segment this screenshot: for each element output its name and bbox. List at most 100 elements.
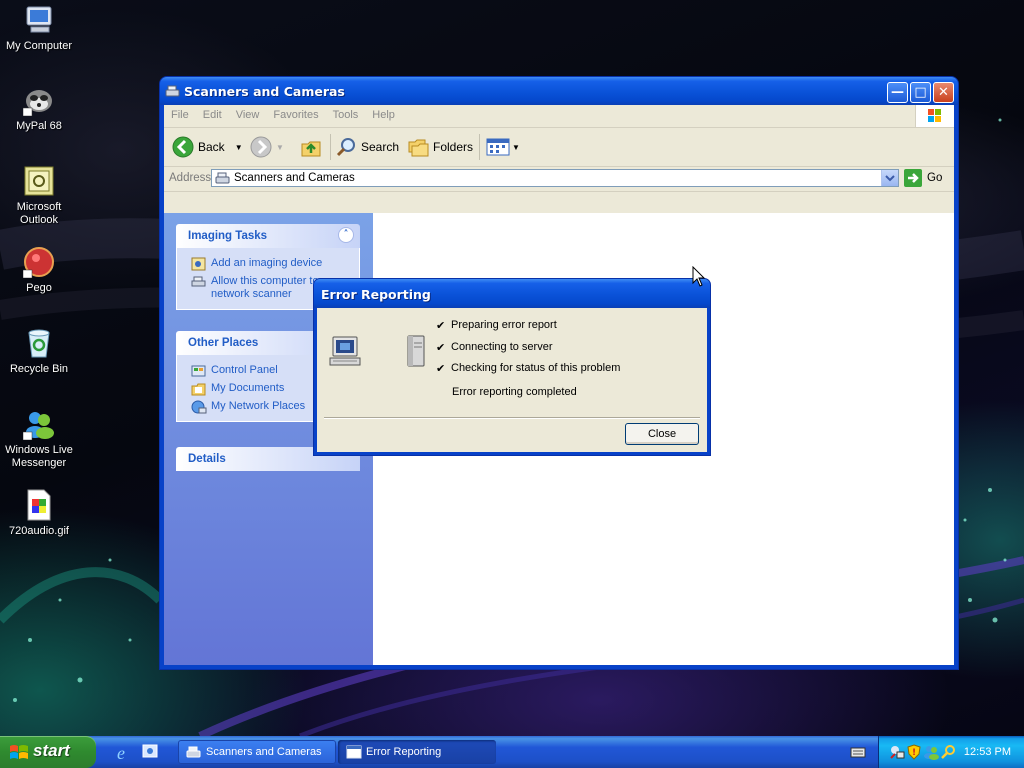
task-scanners-and-cameras[interactable]: Scanners and Cameras bbox=[178, 740, 336, 764]
server-icon bbox=[407, 335, 425, 367]
error-reporting-dialog[interactable]: Error Reporting ✔ Preparing error report… bbox=[314, 279, 710, 455]
messenger-icon bbox=[22, 408, 55, 441]
gif-file-icon bbox=[23, 489, 55, 521]
my-documents-icon bbox=[191, 383, 206, 396]
start-button[interactable]: start bbox=[0, 736, 96, 768]
menu-file[interactable]: File bbox=[164, 105, 196, 121]
desktop-icon-label: My Computer bbox=[5, 40, 73, 52]
quick-launch: e bbox=[114, 742, 160, 762]
desktop-icon-720audio[interactable]: 720audio.gif bbox=[0, 489, 79, 538]
outlook-icon bbox=[23, 165, 55, 197]
go-label: Go bbox=[927, 172, 943, 184]
desktop-icon-outlook[interactable]: Microsoft Outlook bbox=[0, 165, 79, 227]
scanner-camera-icon bbox=[215, 172, 230, 184]
up-folder-icon bbox=[301, 141, 321, 157]
clock[interactable]: 12:53 PM bbox=[964, 746, 1011, 758]
task-add-imaging-device[interactable]: Add an imaging device bbox=[177, 254, 359, 272]
step-preparing: ✔ Preparing error report bbox=[436, 319, 557, 332]
toolbar-separator bbox=[330, 134, 331, 160]
forward-dropdown-icon[interactable]: ▼ bbox=[276, 143, 284, 152]
search-button[interactable]: Search bbox=[335, 135, 399, 159]
show-desktop-icon[interactable] bbox=[140, 742, 160, 762]
minimize-button[interactable]: — bbox=[887, 82, 908, 103]
imaging-tasks-header[interactable]: Imaging Tasks ˄ bbox=[176, 224, 360, 248]
menu-help[interactable]: Help bbox=[365, 105, 402, 121]
step-connecting: ✔ Connecting to server bbox=[436, 341, 553, 354]
scanner-camera-icon bbox=[186, 746, 201, 758]
maximize-button[interactable]: □ bbox=[910, 82, 931, 103]
control-panel-icon bbox=[191, 365, 206, 377]
keyboard-icon[interactable] bbox=[850, 746, 866, 758]
messenger-tray-icon[interactable] bbox=[923, 744, 939, 760]
go-arrow-icon bbox=[904, 169, 922, 187]
recycle-bin-icon bbox=[23, 327, 55, 359]
panel-title: Other Places bbox=[188, 337, 259, 349]
system-tray: ! 12:53 PM bbox=[878, 736, 1024, 768]
desktop-icon-label: Windows Live Messenger bbox=[5, 444, 73, 469]
address-field[interactable]: Scanners and Cameras bbox=[211, 169, 899, 187]
explorer-titlebar[interactable]: Scanners and Cameras — □ ✕ bbox=[160, 77, 958, 105]
explorer-title: Scanners and Cameras bbox=[184, 84, 345, 99]
go-button[interactable]: Go bbox=[904, 169, 942, 187]
task-error-reporting[interactable]: Error Reporting bbox=[338, 740, 496, 764]
mypal-icon bbox=[22, 84, 55, 117]
panel-title: Details bbox=[188, 453, 226, 465]
panel-title: Imaging Tasks bbox=[188, 230, 268, 242]
desktop-icon-label: Microsoft Outlook bbox=[16, 201, 62, 226]
windows-logo-icon bbox=[915, 105, 954, 127]
address-bar: Address Scanners and Cameras Go bbox=[164, 167, 954, 192]
menu-edit[interactable]: Edit bbox=[196, 105, 229, 121]
taskbar: start e Scanners and Cameras Error Repor… bbox=[0, 736, 1024, 768]
pego-icon bbox=[22, 246, 55, 279]
back-label: Back bbox=[198, 140, 225, 154]
check-icon: ✔ bbox=[436, 342, 446, 354]
window-icon bbox=[346, 745, 362, 759]
forward-arrow-icon bbox=[250, 136, 272, 158]
search-icon bbox=[336, 138, 355, 157]
dialog-divider bbox=[324, 417, 700, 419]
minimize-icon: — bbox=[891, 85, 904, 100]
dialog-titlebar[interactable]: Error Reporting bbox=[314, 279, 710, 308]
menu-view[interactable]: View bbox=[229, 105, 267, 121]
desktop-icon-label: Pego bbox=[26, 282, 52, 294]
security-shield-icon[interactable]: ! bbox=[906, 744, 922, 760]
status-text: Error reporting completed bbox=[452, 386, 577, 398]
network-scanner-icon bbox=[191, 276, 206, 287]
toolbar-separator bbox=[479, 134, 480, 160]
desktop-icon-messenger[interactable]: Windows Live Messenger bbox=[0, 408, 79, 470]
address-dropdown-button[interactable] bbox=[881, 170, 898, 186]
mouse-cursor-icon bbox=[692, 266, 706, 287]
folders-button[interactable]: Folders bbox=[407, 135, 473, 159]
back-button[interactable]: Back ▼ bbox=[172, 135, 243, 159]
forward-button[interactable]: ▼ bbox=[250, 135, 284, 159]
collapse-icon[interactable]: ˄ bbox=[338, 227, 354, 243]
close-button[interactable]: Close bbox=[625, 423, 699, 445]
menu-tools[interactable]: Tools bbox=[326, 105, 366, 121]
desktop-icon-label: 720audio.gif bbox=[9, 525, 69, 537]
menu-favorites[interactable]: Favorites bbox=[266, 105, 325, 121]
add-device-icon bbox=[191, 257, 206, 271]
desktop-icon-pego[interactable]: Pego bbox=[0, 246, 79, 295]
computer-icon bbox=[329, 336, 361, 366]
back-dropdown-icon[interactable]: ▼ bbox=[235, 143, 243, 152]
network-places-icon bbox=[191, 400, 207, 414]
internet-explorer-icon[interactable]: e bbox=[114, 742, 134, 762]
address-value: Scanners and Cameras bbox=[234, 172, 355, 184]
close-icon: ✕ bbox=[938, 85, 949, 100]
network-icon[interactable] bbox=[889, 744, 905, 760]
close-window-button[interactable]: ✕ bbox=[933, 82, 954, 103]
views-icon bbox=[486, 138, 510, 156]
desktop-icon-my-computer[interactable]: My Computer bbox=[0, 4, 79, 53]
desktop-icon-recycle-bin[interactable]: Recycle Bin bbox=[0, 327, 79, 376]
dialog-title: Error Reporting bbox=[321, 287, 431, 302]
check-icon: ✔ bbox=[436, 320, 446, 332]
desktop-icon-label: MyPal 68 bbox=[16, 120, 62, 132]
up-folder-button[interactable] bbox=[300, 135, 322, 159]
step-checking-status: ✔ Checking for status of this problem bbox=[436, 362, 621, 375]
desktop-icon-mypal[interactable]: MyPal 68 bbox=[0, 84, 79, 133]
my-computer-icon bbox=[23, 4, 55, 36]
search-tray-icon[interactable] bbox=[940, 744, 956, 760]
folders-label: Folders bbox=[433, 140, 474, 154]
views-button[interactable]: ▼ bbox=[486, 135, 520, 159]
address-label: Address bbox=[169, 172, 212, 184]
